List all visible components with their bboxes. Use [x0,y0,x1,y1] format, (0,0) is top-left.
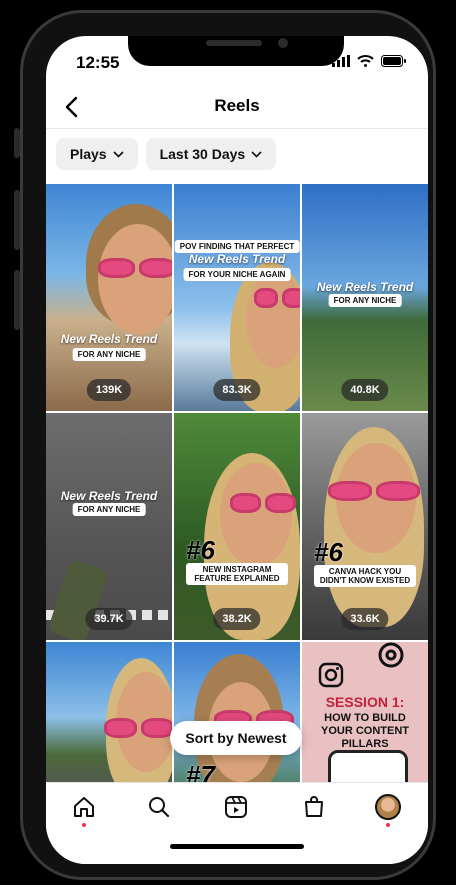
reels-grid: New Reels Trend FOR ANY NICHE 139K POV F… [46,184,428,792]
play-count-badge: 83.3K [213,379,261,401]
chip-label: Plays [70,146,107,162]
reel-number: #6 [186,535,215,565]
plays-filter-chip[interactable]: Plays [56,138,138,170]
reel-thumbnail[interactable]: New Reels Trend FOR ANY NICHE 40.8K [302,184,428,411]
reel-caption-sub: CANVA HACK YOU DIDN'T KNOW EXISTED [314,565,416,587]
session-title: SESSION 1: [325,694,405,710]
tab-shop[interactable] [300,793,328,821]
reel-thumbnail[interactable]: New Reels Trend FOR ANY NICHE 39.7K [46,413,172,640]
sort-button[interactable]: Sort by Newest [170,721,302,755]
reel-caption: New Reels Trend [316,280,414,294]
battery-icon [381,55,406,67]
play-count-badge: 38.2K [213,608,261,630]
play-count-badge: 39.7K [85,608,133,630]
phone-screen: 12:55 Reels Plays Last 30 Days New Reels… [46,36,428,864]
reel-caption: New Reels Trend [188,252,286,266]
reel-caption-sub: NEW INSTAGRAM FEATURE EXPLAINED [186,563,288,585]
home-indicator [170,844,304,849]
instagram-icon [318,662,344,688]
tab-search[interactable] [145,793,173,821]
chevron-down-icon [251,150,262,158]
reel-thumbnail[interactable]: POV FINDING THAT PERFECT New Reels Trend… [174,184,300,411]
chip-label: Last 30 Days [159,146,246,162]
avatar [375,794,401,820]
tab-home[interactable] [70,793,98,821]
session-subtitle: HOW TO BUILD YOUR CONTENT PILLARS [321,712,409,750]
shopping-bag-icon [305,796,323,817]
reel-caption: New Reels Trend [60,332,158,346]
reel-caption-sub: FOR YOUR NICHE AGAIN [183,268,291,281]
location-pin-icon [378,642,404,668]
profile-notification-dot [386,823,390,827]
search-icon [149,797,170,818]
reel-thumbnail[interactable]: #7 [174,642,300,792]
tab-profile[interactable] [374,793,402,821]
status-time: 12:55 [76,53,120,72]
play-count-badge: 40.8K [341,379,389,401]
home-notification-dot [82,823,86,827]
reel-thumbnail[interactable]: #6 NEW INSTAGRAM FEATURE EXPLAINED 38.2K [174,413,300,640]
chevron-down-icon [113,150,124,158]
page-title: Reels [214,96,260,115]
filter-bar: Plays Last 30 Days [56,138,277,170]
reel-caption-sub: FOR ANY NICHE [72,348,146,361]
date-range-filter-chip[interactable]: Last 30 Days [145,138,277,170]
play-count-badge: 139K [86,379,132,401]
reel-caption: New Reels Trend [60,489,158,503]
nav-header: Reels [46,84,428,129]
reel-thumbnail[interactable] [46,642,172,792]
reels-icon [225,796,247,818]
reel-thumbnail[interactable]: New Reels Trend FOR ANY NICHE 139K [46,184,172,411]
reel-number: #6 [314,537,343,567]
play-count-badge: 33.6K [341,608,389,630]
wifi-icon [357,55,374,67]
bottom-tab-bar [46,782,428,864]
reel-caption-sub: FOR ANY NICHE [72,503,146,516]
reel-thumbnail[interactable]: #6 CANVA HACK YOU DIDN'T KNOW EXISTED 33… [302,413,428,640]
tab-reels[interactable] [222,793,250,821]
reel-thumbnail[interactable]: SESSION 1: HOW TO BUILD YOUR CONTENT PIL… [302,642,428,792]
home-icon [74,797,94,817]
notch [128,36,344,66]
reel-caption-sub: FOR ANY NICHE [328,294,402,307]
